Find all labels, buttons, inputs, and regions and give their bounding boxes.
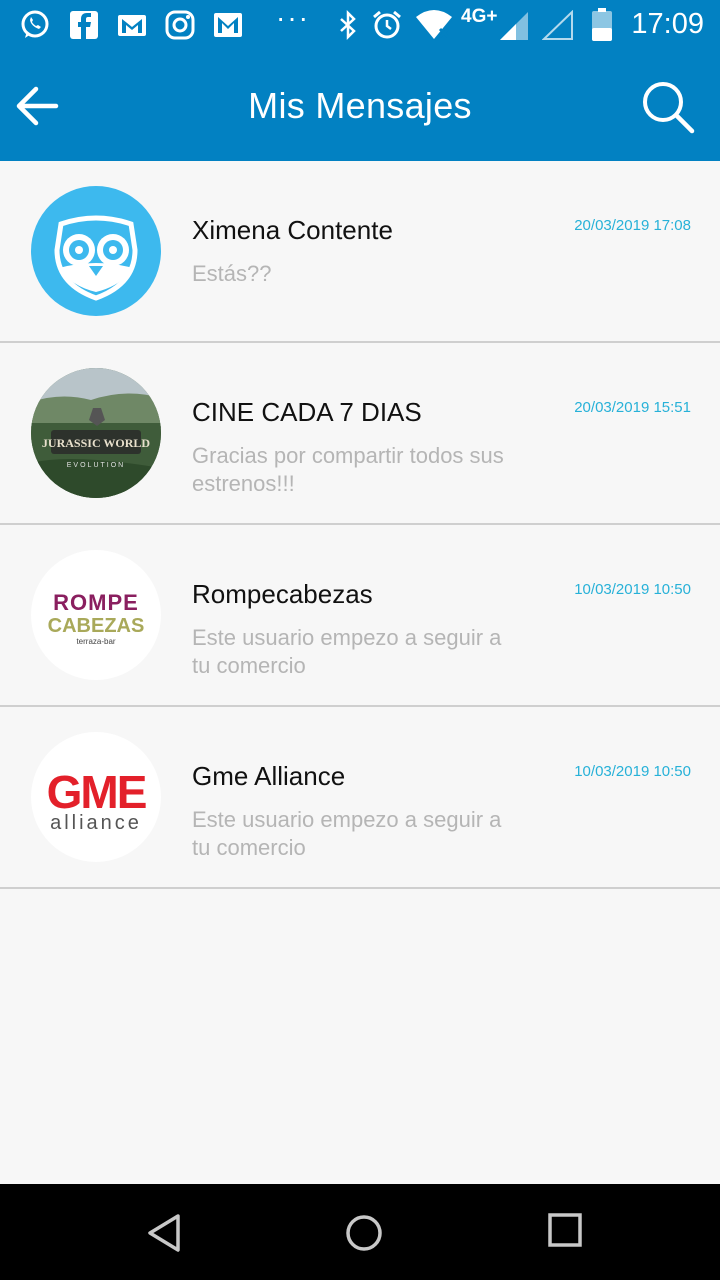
inbox-icon — [214, 13, 242, 37]
jurassic-world-photo-avatar: JURASSIC WORLD EVOLUTION — [31, 368, 161, 498]
signal-icon — [500, 12, 528, 40]
message-date: 10/03/2019 10:50 — [574, 763, 691, 780]
jurassic-world-image: JURASSIC WORLD EVOLUTION — [31, 368, 161, 498]
circle-home-icon[interactable] — [339, 1208, 389, 1258]
app-bar: Mis Mensajes — [0, 50, 720, 161]
status-bar: ··· 4G+ 17:09 — [0, 0, 720, 50]
battery-icon — [592, 8, 612, 41]
message-date: 10/03/2019 10:50 — [574, 581, 691, 598]
evolution-wordmark: EVOLUTION — [67, 462, 125, 469]
message-preview: Gracias por compartir todos sus estrenos… — [192, 443, 504, 496]
message-row[interactable]: ROMPE CABEZAS terraza-bar Rompecabezas E… — [0, 525, 720, 707]
gme-alliance-logo: GME alliance — [47, 766, 148, 834]
search-icon[interactable] — [640, 79, 696, 135]
whatsapp-icon — [21, 10, 49, 38]
contact-name: Gme Alliance — [192, 761, 346, 791]
gme-alliance-logo-avatar: GME alliance — [31, 732, 161, 862]
alarm-icon — [373, 10, 401, 39]
message-date: 20/03/2019 17:08 — [574, 217, 691, 234]
gmail-icon — [118, 15, 146, 36]
triangle-back-icon[interactable] — [140, 1208, 190, 1258]
alliance-wordmark: alliance — [50, 812, 142, 834]
facebook-icon — [70, 11, 98, 39]
bluetooth-icon — [340, 9, 356, 41]
message-row[interactable]: GME alliance Gme Alliance Este usuario e… — [0, 707, 720, 889]
contact-name: Rompecabezas — [192, 579, 373, 609]
instagram-icon — [165, 10, 195, 40]
more-notifications: ··· — [276, 2, 310, 33]
rompecabezas-logo: ROMPE CABEZAS terraza-bar — [48, 590, 145, 646]
square-recents-icon[interactable] — [540, 1208, 590, 1258]
gme-wordmark: GME — [47, 766, 146, 818]
message-preview: Este usuario empezo a seguir a tu comerc… — [192, 807, 502, 860]
rompecabezas-logo-avatar: ROMPE CABEZAS terraza-bar — [31, 550, 161, 680]
message-date: 20/03/2019 15:51 — [574, 399, 691, 416]
network-type: 4G+ — [461, 6, 498, 27]
message-row[interactable]: JURASSIC WORLD EVOLUTION CINE CADA 7 DIA… — [0, 343, 720, 525]
message-list: Ximena Contente Estás?? 20/03/2019 17:08… — [0, 161, 720, 889]
owl-logo-avatar — [31, 186, 161, 316]
message-preview: Este usuario empezo a seguir a tu comerc… — [192, 625, 502, 678]
message-row[interactable]: Ximena Contente Estás?? 20/03/2019 17:08 — [0, 161, 720, 343]
contact-name: CINE CADA 7 DIAS — [192, 397, 422, 427]
contact-name: Ximena Contente — [192, 215, 393, 245]
logo-line-1: ROMPE — [53, 590, 139, 615]
owl-icon — [54, 215, 138, 301]
wifi-icon — [416, 10, 452, 39]
page-title: Mis Mensajes — [248, 85, 472, 126]
signal-empty-icon — [542, 10, 573, 40]
logo-line-2: CABEZAS — [48, 615, 145, 637]
jurassic-world-wordmark: JURASSIC WORLD — [42, 436, 150, 450]
logo-tagline: terraza-bar — [76, 637, 115, 646]
message-preview: Estás?? — [192, 261, 272, 286]
system-nav-bar — [0, 1184, 720, 1280]
clock: 17:09 — [631, 8, 704, 40]
